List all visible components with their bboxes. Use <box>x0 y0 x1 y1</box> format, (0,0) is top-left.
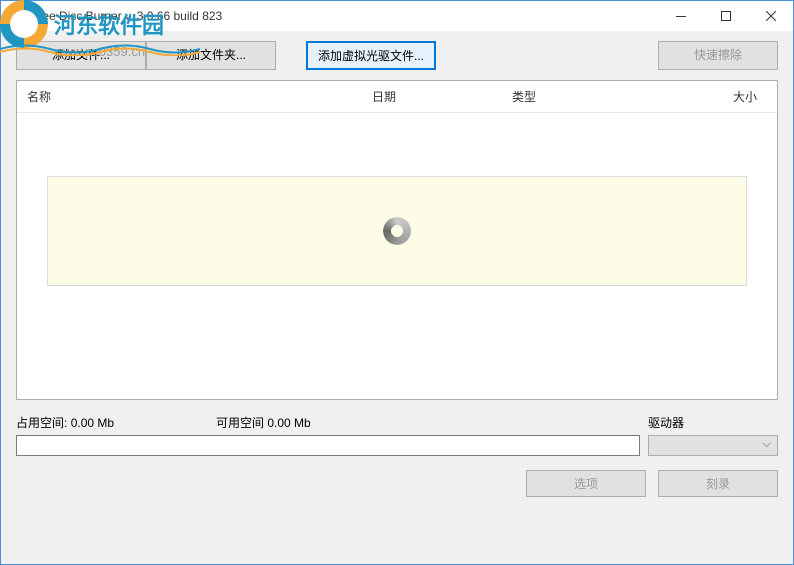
options-button[interactable]: 选项 <box>526 470 646 497</box>
free-space-label: 可用空间 <box>216 416 264 430</box>
minimize-button[interactable] <box>658 1 703 31</box>
close-icon <box>766 11 776 21</box>
quick-erase-button[interactable]: 快速擦除 <box>658 41 778 70</box>
spinner-icon <box>383 217 411 245</box>
used-space: 占用空间: 0.00 Mb <box>16 412 216 433</box>
window-controls <box>658 1 793 31</box>
content-area: 添加文件... 添加文件夹... 添加虚拟光驱文件... 快速擦除 名称 日期 … <box>1 31 793 564</box>
free-space: 可用空间 0.00 Mb <box>216 412 648 433</box>
status-row: 占用空间: 0.00 Mb 可用空间 0.00 Mb 驱动器 <box>16 412 778 433</box>
maximize-button[interactable] <box>703 1 748 31</box>
column-type[interactable]: 类型 <box>502 86 642 107</box>
drive-selector[interactable] <box>648 435 778 456</box>
add-folder-button[interactable]: 添加文件夹... <box>146 41 276 70</box>
space-progress-bar <box>16 435 640 456</box>
window-title: Free Disc Burner v. 3.0.66 build 823 <box>31 9 222 23</box>
bottom-buttons: 选项 刻录 <box>16 470 778 497</box>
app-icon <box>9 8 25 24</box>
add-iso-button[interactable]: 添加虚拟光驱文件... <box>306 41 436 70</box>
column-date[interactable]: 日期 <box>362 86 502 107</box>
drive-label: 驱动器 <box>648 412 778 433</box>
close-button[interactable] <box>748 1 793 31</box>
column-size[interactable]: 大小 <box>642 86 777 107</box>
toolbar: 添加文件... 添加文件夹... 添加虚拟光驱文件... 快速擦除 <box>16 41 778 70</box>
minimize-icon <box>676 16 686 17</box>
titlebar: Free Disc Burner v. 3.0.66 build 823 <box>1 1 793 31</box>
loading-overlay <box>47 176 747 286</box>
file-list: 名称 日期 类型 大小 <box>16 80 778 400</box>
used-space-label: 占用空间: <box>16 416 67 430</box>
burn-button[interactable]: 刻录 <box>658 470 778 497</box>
add-file-button[interactable]: 添加文件... <box>16 41 146 70</box>
column-name[interactable]: 名称 <box>17 86 362 107</box>
progress-row <box>16 435 778 456</box>
maximize-icon <box>721 11 731 21</box>
used-space-value: 0.00 Mb <box>71 416 114 430</box>
list-header: 名称 日期 类型 大小 <box>17 81 777 113</box>
free-space-value: 0.00 Mb <box>267 416 310 430</box>
